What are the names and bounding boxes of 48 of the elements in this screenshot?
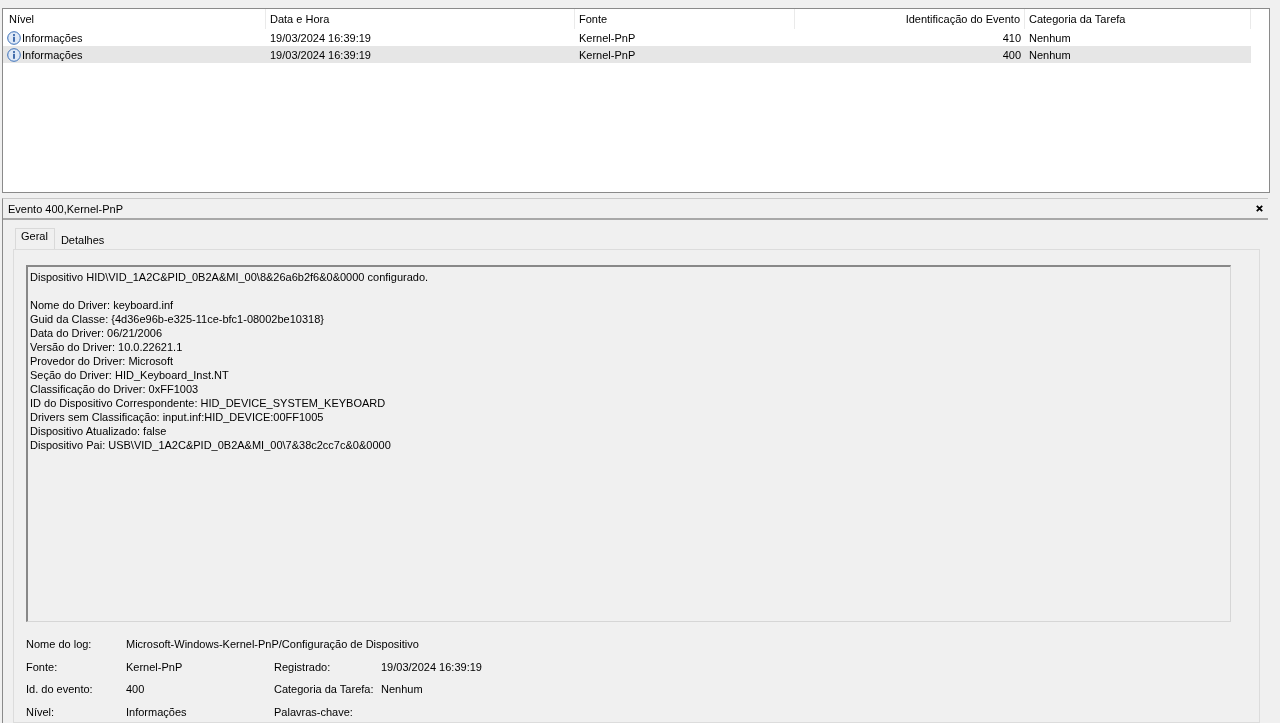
- field-value: Kernel-PnP: [126, 659, 184, 674]
- field-label: Nível:: [26, 704, 56, 719]
- description-text: Dispositivo Atualizado: false: [30, 424, 168, 438]
- field-label: Registrado:: [274, 659, 332, 674]
- description-text: Drivers sem Classificação: input.inf:HID_DEVICE:00FF1005: [30, 410, 325, 424]
- column-header[interactable]: Fonte: [575, 9, 795, 29]
- category-text: Nenhum: [1028, 48, 1072, 61]
- column-header[interactable]: Data e Hora: [266, 9, 575, 29]
- source-text: Kernel-PnP: [578, 31, 637, 44]
- description-text: Guid da Classe: {4d36e96b-e325-11ce-bfc1-08002be10318}: [30, 312, 325, 326]
- level-text: Informações: [22, 48, 83, 61]
- event-id-text: 410: [1001, 31, 1022, 44]
- description-text: Classificação do Driver: 0xFF1003: [30, 382, 200, 396]
- column-header[interactable]: Identificação do Evento: [795, 9, 1025, 29]
- description-text: Dispositivo HID\VID_1A2C&PID_0B2A&MI_00\8&26a6b2f6&0&0000 configurado.: [30, 270, 430, 284]
- close-icon[interactable]: [1255, 204, 1264, 213]
- level-text: Informações: [22, 31, 83, 44]
- description-text: ID do Dispositivo Correspondente: HID_DEVICE_SYSTEM_KEYBOARD: [30, 396, 387, 410]
- field-value: 400: [126, 682, 146, 697]
- field-label: Palavras-chave:: [274, 704, 354, 719]
- field-label: Nome do log:: [26, 637, 93, 652]
- pane-title: Evento 400,Kernel-PnP: [8, 202, 123, 215]
- description-text: Nome do Driver: keyboard.inf: [30, 298, 175, 312]
- field-value: Informações: [126, 704, 188, 719]
- event-row[interactable]: Informações 19/03/2024 16:39:19 Kernel-PnP 410 Nenhum: [3, 29, 1251, 46]
- description-text: Data do Driver: 06/21/2006: [30, 326, 164, 340]
- column-header[interactable]: Nível: [3, 9, 266, 29]
- date-text: 19/03/2024 16:39:19: [269, 48, 372, 61]
- category-text: Nenhum: [1028, 31, 1072, 44]
- description-text: Provedor do Driver: Microsoft: [30, 354, 175, 368]
- column-header[interactable]: Categoria da Tarefa: [1025, 9, 1251, 29]
- description-text: Dispositivo Pai: USB\VID_1A2C&PID_0B2A&MI_00\7&38c2cc7c&0&0000: [30, 438, 392, 452]
- field-value: Microsoft-Windows-Kernel-PnP/Configuração de Dispositivo: [126, 637, 420, 652]
- field-label: Categoria da Tarefa:: [274, 682, 375, 697]
- info-icon: [7, 47, 21, 62]
- field-label: Id. do evento:: [26, 682, 94, 697]
- info-icon: [7, 30, 21, 45]
- description-text: Seção do Driver: HID_Keyboard_Inst.NT: [30, 368, 230, 382]
- tab[interactable]: Detalhes: [54, 230, 112, 249]
- field-value: 19/03/2024 16:39:19: [381, 659, 483, 674]
- tab[interactable]: Geral: [15, 228, 55, 249]
- date-text: 19/03/2024 16:39:19: [269, 31, 372, 44]
- source-text: Kernel-PnP: [578, 48, 637, 61]
- event-id-text: 400: [1001, 48, 1022, 61]
- field-label: Fonte:: [26, 659, 59, 674]
- event-row[interactable]: Informações 19/03/2024 16:39:19 Kernel-PnP 400 Nenhum: [3, 46, 1251, 63]
- description-text: Versão do Driver: 10.0.22621.1: [30, 340, 184, 354]
- field-value: Nenhum: [381, 682, 424, 697]
